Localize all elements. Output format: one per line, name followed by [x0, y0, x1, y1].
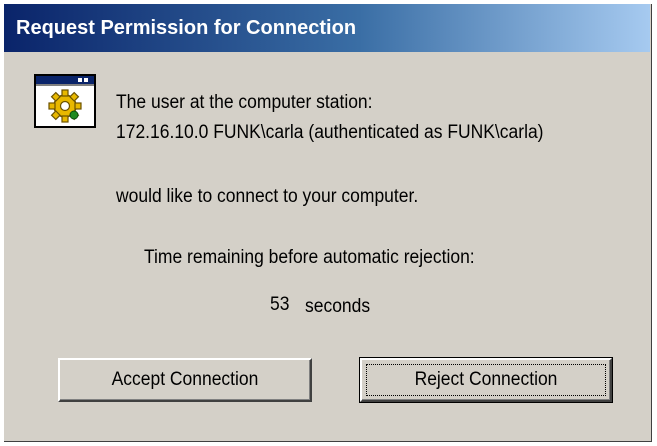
reject-connection-label: Reject Connection: [414, 369, 558, 390]
countdown-unit: seconds: [305, 296, 371, 317]
message-line-2: 172.16.10.0 FUNK\carla (authenticated as…: [116, 122, 544, 143]
message-line-3: would like to connect to your computer.: [116, 186, 419, 207]
title-bar: Request Permission for Connection: [4, 4, 650, 52]
window-title: Request Permission for Connection: [16, 17, 357, 39]
accept-connection-label: Accept Connection: [111, 369, 259, 390]
window-gear-icon: [34, 74, 96, 128]
countdown-seconds: 53: [270, 294, 290, 315]
reject-connection-button[interactable]: Reject Connection: [359, 357, 613, 403]
accept-connection-button[interactable]: Accept Connection: [58, 358, 312, 402]
countdown-label: Time remaining before automatic rejectio…: [144, 247, 475, 268]
message-line-1: The user at the computer station:: [116, 92, 373, 113]
